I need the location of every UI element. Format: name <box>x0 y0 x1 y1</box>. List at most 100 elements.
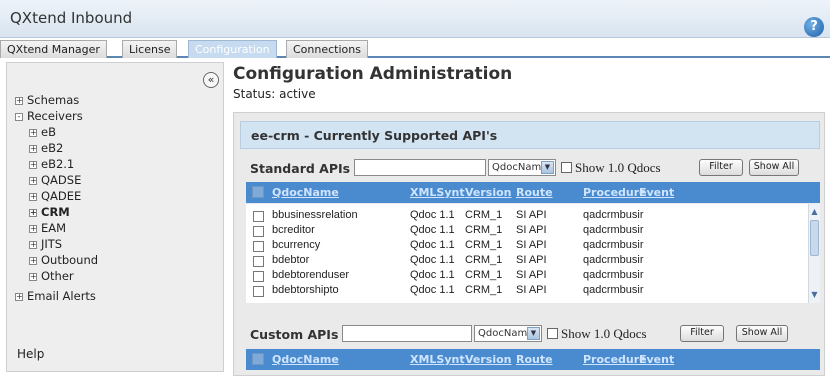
tab-qxtend-manager[interactable]: QXtend Manager <box>0 40 107 58</box>
custom-show-qdocs-checkbox[interactable]: Show 1.0 Qdocs <box>547 326 647 342</box>
sidebar-item-other[interactable]: + Other <box>29 269 74 283</box>
custom-filter-button[interactable]: Filter <box>680 325 724 342</box>
cell-version: CRM_1 <box>465 284 503 296</box>
sidebar-item-eb2[interactable]: + eB2 <box>29 141 63 155</box>
expand-icon[interactable]: + <box>29 193 37 201</box>
column-header-xmlsynt[interactable]: XMLSynt <box>410 353 465 366</box>
tab-configuration[interactable]: Configuration <box>188 40 277 58</box>
table-row[interactable]: bdebtorenduser Qdoc 1.1 CRM_1 SI API qad… <box>246 269 806 283</box>
cell-version: CRM_1 <box>465 239 503 251</box>
scrollbar-thumb[interactable] <box>810 220 819 256</box>
sidebar-item-eb2-1[interactable]: + eB2.1 <box>29 157 74 171</box>
standard-grid-header: QdocName XMLSynt Version Route Procedure… <box>246 182 820 203</box>
scroll-down-icon[interactable]: ▼ <box>809 289 820 301</box>
expand-icon[interactable]: + <box>29 273 37 281</box>
checkbox-box[interactable] <box>547 328 558 339</box>
column-header-event[interactable]: Event <box>639 186 674 199</box>
standard-show-qdocs-checkbox[interactable]: Show 1.0 Qdocs <box>561 160 661 176</box>
standard-filter-button[interactable]: Filter <box>699 159 743 176</box>
expand-icon[interactable]: + <box>29 209 37 217</box>
cell-version: CRM_1 <box>465 224 503 236</box>
column-header-qdocname[interactable]: QdocName <box>272 186 339 199</box>
column-header-procedure[interactable]: Procedure <box>583 353 647 366</box>
cell-route: SI API <box>516 224 547 236</box>
column-header-xmlsynt[interactable]: XMLSynt <box>410 186 465 199</box>
page-title: Configuration Administration <box>233 64 513 84</box>
select-all-checkbox[interactable] <box>252 353 264 365</box>
sidebar-item-label: JITS <box>41 237 63 251</box>
column-header-qdocname[interactable]: QdocName <box>272 353 339 366</box>
chevron-down-icon[interactable]: ▼ <box>541 161 554 174</box>
sidebar-item-qadse[interactable]: + QADSE <box>29 173 81 187</box>
select-all-checkbox[interactable] <box>252 186 264 198</box>
expand-icon[interactable]: + <box>29 225 37 233</box>
column-header-route[interactable]: Route <box>516 186 553 199</box>
expand-icon[interactable]: + <box>29 129 37 137</box>
cell-xmlsynt: Qdoc 1.1 <box>410 254 455 266</box>
sidebar-item-jits[interactable]: + JITS <box>29 237 62 251</box>
tab-license[interactable]: License <box>122 40 178 58</box>
sidebar-item-crm[interactable]: + CRM <box>29 205 70 219</box>
row-checkbox[interactable] <box>253 226 264 237</box>
cell-xmlsynt: Qdoc 1.1 <box>410 209 455 221</box>
custom-grid-header: QdocName XMLSynt Version Route Procedure… <box>246 349 820 370</box>
status-text: Status: active <box>233 87 316 101</box>
sidebar-item-eb[interactable]: + eB <box>29 125 56 139</box>
row-checkbox[interactable] <box>253 241 264 252</box>
row-checkbox[interactable] <box>253 286 264 297</box>
help-icon[interactable]: ? <box>804 17 824 37</box>
sidebar-item-eam[interactable]: + EAM <box>29 221 66 235</box>
cell-qdocname: bdebtorshipto <box>272 284 339 296</box>
column-header-version[interactable]: Version <box>465 186 512 199</box>
help-link[interactable]: Help <box>17 347 44 361</box>
tab-bar: QXtend Manager License Configuration Con… <box>0 38 830 58</box>
scroll-up-icon[interactable]: ▲ <box>809 206 820 218</box>
chevron-down-icon[interactable]: ▼ <box>527 327 540 340</box>
custom-search-input[interactable] <box>342 325 472 342</box>
custom-show-all-button[interactable]: Show All <box>736 325 788 342</box>
panel-header: ee-crm - Currently Supported API's <box>240 121 820 149</box>
checkbox-box[interactable] <box>561 162 572 173</box>
cell-procedure: qadcrmbusir <box>583 254 644 266</box>
expand-icon[interactable]: + <box>29 177 37 185</box>
cell-xmlsynt: Qdoc 1.1 <box>410 224 455 236</box>
expand-icon[interactable]: + <box>15 293 23 301</box>
collapse-icon[interactable]: - <box>15 113 23 121</box>
standard-search-input[interactable] <box>354 159 486 176</box>
table-row[interactable]: bbusinessrelation Qdoc 1.1 CRM_1 SI API … <box>246 209 806 223</box>
select-value: QdocName <box>492 162 548 173</box>
column-header-version[interactable]: Version <box>465 353 512 366</box>
table-row[interactable]: bcurrency Qdoc 1.1 CRM_1 SI API qadcrmbu… <box>246 239 806 253</box>
standard-show-all-button[interactable]: Show All <box>749 159 799 176</box>
cell-route: SI API <box>516 239 547 251</box>
custom-column-select[interactable]: QdocName ▼ <box>474 325 542 342</box>
sidebar-item-email-alerts[interactable]: + Email Alerts <box>15 289 96 303</box>
cell-version: CRM_1 <box>465 254 503 266</box>
expand-icon[interactable]: + <box>29 145 37 153</box>
standard-column-select[interactable]: QdocName ▼ <box>488 159 556 176</box>
expand-icon[interactable]: + <box>15 97 23 105</box>
column-header-event[interactable]: Event <box>639 353 674 366</box>
standard-apis-section: Standard APIs QdocName ▼ Show 1.0 Qdocs … <box>246 157 820 307</box>
sidebar-item-outbound[interactable]: + Outbound <box>29 253 98 267</box>
panel-title: ee-crm - Currently Supported API's <box>251 128 498 143</box>
expand-icon[interactable]: + <box>29 161 37 169</box>
table-row[interactable]: bdebtor Qdoc 1.1 CRM_1 SI API qadcrmbusi… <box>246 254 806 268</box>
column-header-route[interactable]: Route <box>516 353 553 366</box>
table-row[interactable]: bdebtorshipto Qdoc 1.1 CRM_1 SI API qadc… <box>246 284 806 298</box>
sidebar-item-schemas[interactable]: + Schemas <box>15 93 79 107</box>
cell-version: CRM_1 <box>465 209 503 221</box>
sidebar-item-qadee[interactable]: + QADEE <box>29 189 81 203</box>
tab-connections[interactable]: Connections <box>286 40 368 58</box>
row-checkbox[interactable] <box>253 271 264 282</box>
column-header-procedure[interactable]: Procedure <box>583 186 647 199</box>
row-checkbox[interactable] <box>253 256 264 267</box>
expand-icon[interactable]: + <box>29 241 37 249</box>
collapse-sidebar-icon[interactable]: « <box>203 72 219 88</box>
sidebar-item-receivers[interactable]: - Receivers <box>15 109 83 123</box>
table-row[interactable]: bcreditor Qdoc 1.1 CRM_1 SI API qadcrmbu… <box>246 224 806 238</box>
row-checkbox[interactable] <box>253 211 264 222</box>
sidebar: « + Schemas - Receivers + eB + eB2 + eB2.1 + Q… <box>6 62 224 372</box>
expand-icon[interactable]: + <box>29 257 37 265</box>
standard-grid-scrollbar[interactable]: ▲ ▼ <box>808 204 820 303</box>
